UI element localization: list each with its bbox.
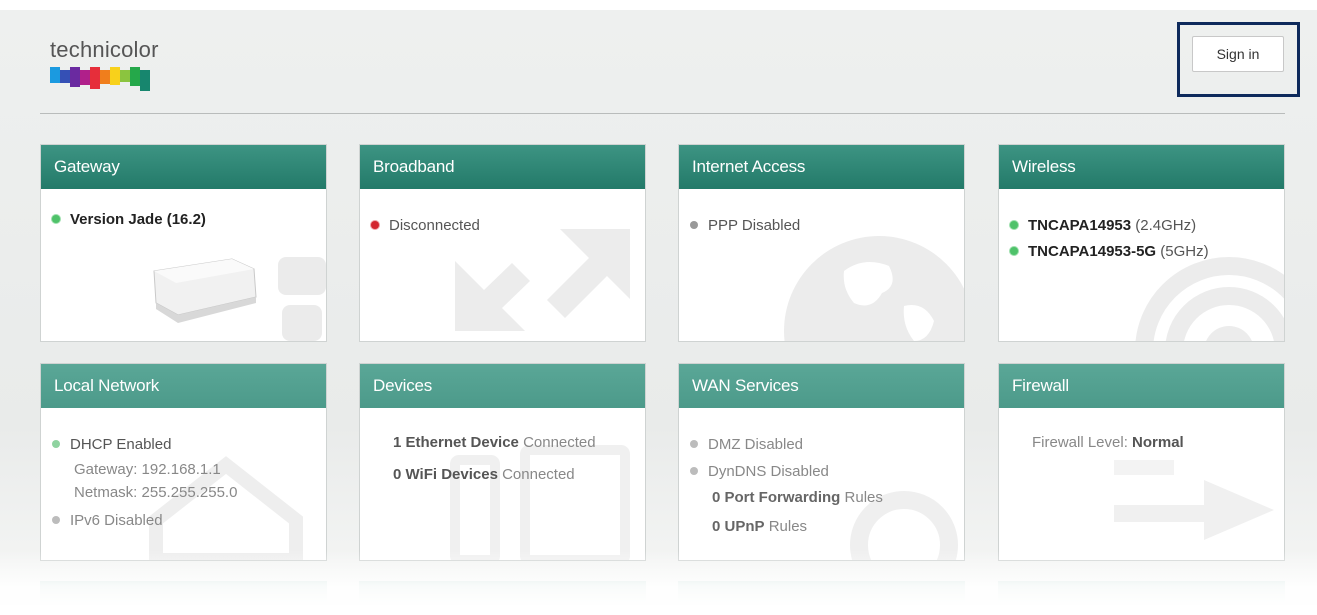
- status-dot-icon: [1010, 221, 1018, 229]
- card-wireless[interactable]: Wireless TNCAPA14953 (2.4GHz) TNCAPA1495…: [998, 144, 1285, 342]
- card-gateway[interactable]: Gateway Version Jade (16.2): [40, 144, 327, 342]
- local-dhcp: DHCP Enabled: [70, 436, 172, 453]
- card-ghost-2: [359, 581, 646, 605]
- card-wireless-body: TNCAPA14953 (2.4GHz) TNCAPA14953-5G (5GH…: [999, 189, 1284, 341]
- devices-wifi-row: 0 WiFi Devices Connected: [393, 466, 575, 483]
- globe-icon: [784, 236, 964, 341]
- card-broadband-title: Broadband: [360, 145, 645, 189]
- wan-port-forwarding-suffix: Rules: [844, 489, 883, 506]
- card-devices-body: 1 Ethernet Device Connected 0 WiFi Devic…: [360, 408, 645, 560]
- logo-bar-segment: [130, 67, 140, 86]
- wan-dmz: DMZ Disabled: [708, 436, 804, 453]
- logo-color-bar: [50, 67, 159, 91]
- wireless-ssid-5: TNCAPA14953-5G: [1028, 243, 1157, 260]
- card-broadband-body: Disconnected: [360, 189, 645, 341]
- page: technicolor Sign in Gateway Version Jade…: [0, 10, 1317, 615]
- logo-bar-segment: [50, 67, 60, 83]
- card-wan-title: WAN Services: [679, 364, 964, 408]
- local-gateway: Gateway: 192.168.1.1: [74, 461, 221, 478]
- local-ipv6: IPv6 Disabled: [70, 512, 163, 529]
- devices-ethernet-row: 1 Ethernet Device Connected: [393, 434, 596, 451]
- logo-bar-segment: [90, 67, 100, 89]
- wan-dyndns: DynDNS Disabled: [708, 463, 829, 480]
- wireless-5ghz-row: TNCAPA14953-5G (5GHz): [1010, 243, 1209, 260]
- wireless-24ghz-row: TNCAPA14953 (2.4GHz): [1010, 217, 1196, 234]
- devices-ethernet-suffix: Connected: [523, 434, 596, 451]
- card-ghost-3: [678, 581, 965, 605]
- status-dot-icon: [371, 221, 379, 229]
- card-internet-access[interactable]: Internet Access PPP Disabled: [678, 144, 965, 342]
- devices-wifi-suffix: Connected: [502, 466, 575, 483]
- card-local-network-title: Local Network: [41, 364, 326, 408]
- card-wan-body: DMZ Disabled DynDNS Disabled 0 Port Forw…: [679, 408, 964, 560]
- card-local-network-body: DHCP Enabled Gateway: 192.168.1.1 Netmas…: [41, 408, 326, 560]
- broadband-status-row: Disconnected: [371, 217, 480, 234]
- logo-bar-segment: [60, 70, 70, 83]
- status-dot-icon: [52, 440, 60, 448]
- card-internet-title: Internet Access: [679, 145, 964, 189]
- status-dot-icon: [1010, 247, 1018, 255]
- logo-bar-segment: [80, 70, 90, 85]
- status-dot-icon: [52, 516, 60, 524]
- local-netmask: Netmask: 255.255.255.0: [74, 484, 238, 501]
- internet-status-row: PPP Disabled: [690, 217, 800, 234]
- firewall-level-label: Firewall Level:: [1032, 434, 1128, 451]
- card-internet-body: PPP Disabled: [679, 189, 964, 341]
- devices-wifi-count: 0 WiFi Devices: [393, 466, 498, 483]
- wireless-band-5: (5GHz): [1160, 243, 1209, 260]
- status-dot-icon: [690, 467, 698, 475]
- broadband-status: Disconnected: [389, 217, 480, 234]
- wan-dmz-row: DMZ Disabled: [690, 436, 803, 453]
- wireless-band-24: (2.4GHz): [1135, 217, 1197, 234]
- card-firewall-title: Firewall: [999, 364, 1284, 408]
- card-devices[interactable]: Devices 1 Ethernet Device Connected 0 Wi…: [359, 363, 646, 561]
- card-wireless-title: Wireless: [999, 145, 1284, 189]
- logo-bar-segment: [110, 67, 120, 85]
- status-dot-icon: [690, 440, 698, 448]
- technicolor-logo: technicolor: [50, 37, 159, 91]
- gateway-version: Version Jade (16.2): [70, 211, 206, 228]
- wan-upnp-suffix: Rules: [768, 518, 808, 535]
- gateway-version-row: Version Jade (16.2): [52, 211, 206, 228]
- internet-status: PPP Disabled: [708, 217, 801, 234]
- card-firewall-body: Firewall Level: Normal: [999, 408, 1284, 560]
- gateway-device-icon: [153, 257, 326, 341]
- logo-bar-segment: [120, 70, 130, 82]
- logo-bar-segment: [70, 67, 80, 87]
- firewall-level-value: Normal: [1132, 434, 1184, 451]
- logo-text: technicolor: [50, 37, 159, 62]
- card-gateway-body: Version Jade (16.2): [41, 189, 326, 341]
- wan-port-forwarding-count: 0 Port Forwarding: [712, 489, 841, 506]
- devices-icon: [450, 445, 630, 560]
- card-devices-title: Devices: [360, 364, 645, 408]
- card-firewall[interactable]: Firewall Firewall Level: Normal: [998, 363, 1285, 561]
- wan-port-forwarding-row: 0 Port Forwarding Rules: [712, 489, 883, 506]
- card-ghost-4: [998, 581, 1285, 605]
- card-ghost-1: [40, 581, 327, 605]
- sign-in-button[interactable]: Sign in: [1192, 36, 1284, 72]
- card-wan-services[interactable]: WAN Services DMZ Disabled DynDNS Disable…: [678, 363, 965, 561]
- arrows-expand-icon: [455, 229, 630, 331]
- logo-bar-segment: [100, 70, 110, 84]
- logo-bar-segment: [140, 70, 150, 91]
- header-divider: [40, 113, 1285, 114]
- status-dot-icon: [52, 215, 60, 223]
- firewall-level-row: Firewall Level: Normal: [1032, 434, 1184, 451]
- status-dot-icon: [690, 221, 698, 229]
- local-ipv6-row: IPv6 Disabled: [52, 512, 163, 529]
- firewall-arrows-icon: [1114, 460, 1274, 540]
- wan-upnp-row: 0 UPnP Rules: [712, 518, 807, 535]
- wireless-ssid-24: TNCAPA14953: [1028, 217, 1132, 234]
- wan-dyndns-row: DynDNS Disabled: [690, 463, 829, 480]
- wan-upnp-count: 0 UPnP: [712, 518, 765, 535]
- devices-ethernet-count: 1 Ethernet Device: [393, 434, 519, 451]
- local-dhcp-row: DHCP Enabled: [52, 436, 171, 453]
- card-gateway-title: Gateway: [41, 145, 326, 189]
- card-broadband[interactable]: Broadband Disconnected: [359, 144, 646, 342]
- card-local-network[interactable]: Local Network DHCP Enabled Gateway: 192.…: [40, 363, 327, 561]
